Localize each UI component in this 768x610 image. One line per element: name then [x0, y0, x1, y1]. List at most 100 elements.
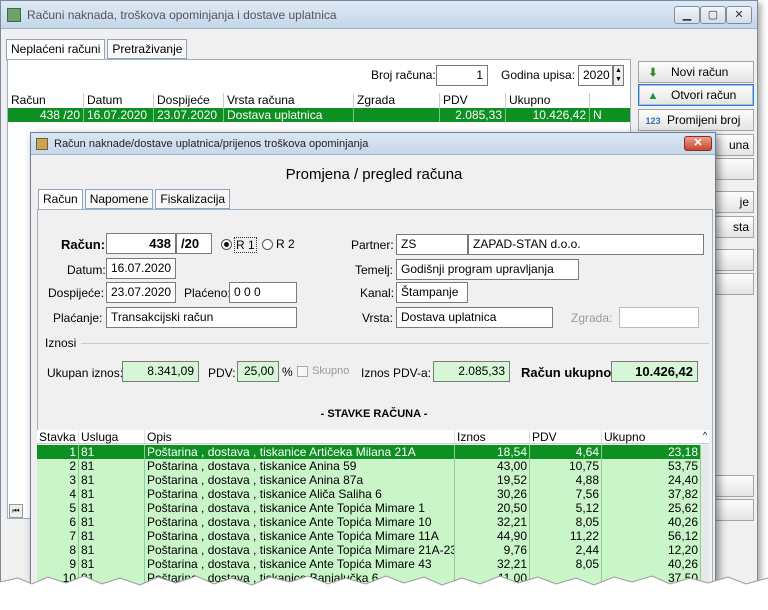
item-cell-opis: Poštarina , dostava , tiskanice Anina 59 — [145, 459, 455, 473]
iznosi-divider — [81, 343, 709, 344]
iznos-pdv-label: Iznos PDV-a: — [361, 366, 432, 380]
skupno-label: Skupno — [312, 365, 350, 377]
table-row[interactable]: 6 81 Poštarina , dostava , tiskanice Ante … — [37, 515, 709, 529]
main-window-title: Računi naknada, troškova opominjanja i d… — [27, 7, 337, 22]
minimize-icon[interactable]: ▁ — [674, 6, 700, 24]
first-record-icon[interactable]: ⏮ — [9, 504, 23, 518]
promijeni-broj-button[interactable]: 123 Promijeni broj — [638, 109, 754, 131]
item-cell-ukupno: 40,26 — [602, 557, 701, 571]
pdv-rate-field[interactable]: 25,00 — [237, 361, 279, 382]
item-cell-pdv: 4,64 — [530, 445, 602, 459]
ukupan-iznos-field[interactable]: 8.341,09 — [122, 361, 199, 382]
item-cell-opis: Poštarina , dostava , tiskanice Ante Top… — [145, 515, 455, 529]
col-ukupno[interactable]: Ukupno — [506, 93, 590, 108]
novi-racun-button[interactable]: ⬇ Novi račun — [638, 61, 754, 83]
item-cell-iznos: 32,21 — [455, 515, 530, 529]
col-stavka[interactable]: Stavka — [37, 430, 79, 444]
datum-field[interactable]: 16.07.2020 — [106, 258, 176, 279]
zgrada-field[interactable] — [619, 307, 699, 328]
partner-label: Partner: — [351, 238, 394, 252]
partner-name-field[interactable]: ZAPAD-STAN d.o.o. — [468, 234, 704, 255]
item-cell-ukupno: 25,62 — [602, 501, 701, 515]
otvori-racun-label: Otvori račun — [671, 88, 737, 102]
col-datum[interactable]: Datum — [84, 93, 154, 108]
col-pdv[interactable]: PDV — [440, 93, 506, 108]
table-row[interactable]: 7 81 Poštarina , dostava , tiskanice Ante … — [37, 529, 709, 543]
table-row[interactable]: 2 81 Poštarina , dostava , tiskanice Anina… — [37, 459, 709, 473]
item-cell-opis: Poštarina , dostava , tiskanice Ante Top… — [145, 529, 455, 543]
table-row[interactable]: 438 /20 16.07.2020 23.07.2020 Dostava up… — [8, 108, 630, 122]
table-row[interactable]: 4 81 Poštarina , dostava , tiskanice Aliča… — [37, 487, 709, 501]
item-cell-stavka: 9 — [37, 557, 79, 571]
table-row[interactable]: 8 81 Poštarina , dostava , tiskanice Ante … — [37, 543, 709, 557]
side-button-7-label: sta — [732, 220, 749, 234]
items-grid-header: Stavka Usluga Opis Iznos PDV Ukupno ^ — [37, 430, 709, 444]
close-icon[interactable]: ✕ — [726, 6, 752, 24]
dialog-titlebar: Račun naknade/dostave uplatnica/prijenos… — [31, 133, 715, 155]
tab-fiskalizacija[interactable]: Fiskalizacija — [155, 189, 231, 209]
racun-ukupno-field[interactable]: 10.426,42 — [611, 361, 698, 382]
dialog-heading: Promjena / pregled računa — [285, 166, 463, 183]
item-cell-usluga: 81 — [79, 487, 145, 501]
racun-broj-field[interactable]: 438 — [106, 233, 176, 254]
placanje-field[interactable]: Transakcijski račun — [106, 307, 297, 328]
placanje-label: Plaćanje: — [53, 311, 103, 325]
r1-radio[interactable] — [221, 239, 232, 250]
tab-neplaceni-racuni[interactable]: Neplaćeni računi — [6, 39, 106, 61]
col-dospijece[interactable]: Dospijeće — [154, 93, 224, 108]
placeno-field[interactable]: 0 0 0 — [229, 282, 297, 303]
cell-flag: N — [593, 108, 602, 122]
invoices-grid-header: Račun Datum Dospijeće Vrsta računa Zgrad… — [8, 93, 630, 108]
item-cell-iznos: 9,76 — [455, 543, 530, 557]
tab-napomene[interactable]: Napomene — [84, 189, 154, 209]
table-row[interactable]: 5 81 Poštarina , dostava , tiskanice Ante … — [37, 501, 709, 515]
item-cell-ukupno: 12,20 — [602, 543, 701, 557]
item-cell-iznos: 44,90 — [455, 529, 530, 543]
godina-upisa-input[interactable]: 2020 — [578, 65, 613, 86]
col-zgrada[interactable]: Zgrada — [354, 93, 440, 108]
item-cell-stavka: 1 — [37, 445, 79, 459]
racun-godina-field[interactable]: /20 — [176, 233, 212, 254]
skupno-checkbox[interactable] — [297, 366, 308, 377]
item-cell-pdv: 4,88 — [530, 473, 602, 487]
item-cell-pdv: 2,44 — [530, 543, 602, 557]
col-vrsta-racuna[interactable]: Vrsta računa — [224, 93, 354, 108]
temelj-field[interactable]: Godišnji program upravljanja — [396, 259, 579, 280]
table-row[interactable]: 1 81 Poštarina , dostava , tiskanice Artič… — [37, 445, 709, 459]
otvori-racun-button[interactable]: ▲ Otvori račun — [638, 84, 754, 106]
godina-spinner[interactable]: ▲ ▼ — [613, 65, 624, 86]
item-cell-opis: Poštarina , dostava , tiskanice Anina 87… — [145, 473, 455, 487]
broj-racuna-input[interactable]: 1 — [436, 65, 488, 86]
item-cell-ukupno: 23,18 — [602, 445, 701, 459]
racun-ukupno-label: Račun ukupno: — [521, 365, 616, 380]
table-row[interactable]: 9 81 Poštarina , dostava , tiskanice Ante … — [37, 557, 709, 571]
numbers-123-icon: 123 — [645, 116, 661, 126]
item-cell-usluga: 81 — [79, 529, 145, 543]
side-button-4-label: una — [728, 138, 749, 152]
col-item-ukupno[interactable]: Ukupno — [602, 430, 701, 444]
col-racun[interactable]: Račun — [8, 93, 84, 108]
sort-chevron-icon[interactable]: ^ — [701, 430, 709, 443]
partner-code-field[interactable]: ZS — [396, 234, 468, 255]
tab-racun[interactable]: Račun — [38, 189, 83, 211]
col-item-pdv[interactable]: PDV — [530, 430, 602, 444]
item-cell-iznos: 43,00 — [455, 459, 530, 473]
iznos-pdv-field[interactable]: 2.085,33 — [433, 361, 510, 382]
vrsta-field[interactable]: Dostava uplatnica — [396, 307, 553, 328]
col-usluga[interactable]: Usluga — [79, 430, 145, 444]
items-scrollbar[interactable] — [701, 445, 709, 585]
r2-radio[interactable] — [262, 239, 273, 250]
tab-pretrazivanje[interactable]: Pretraživanje — [107, 39, 188, 59]
dialog-close-icon[interactable]: ✕ — [684, 136, 712, 151]
item-cell-pdv: 7,56 — [530, 487, 602, 501]
pdv-unit-label: % — [282, 365, 293, 379]
table-row[interactable]: 3 81 Poštarina , dostava , tiskanice Anina… — [37, 473, 709, 487]
dospijece-field[interactable]: 23.07.2020 — [106, 282, 176, 303]
col-opis[interactable]: Opis — [145, 430, 455, 444]
vrsta-label: Vrsta: — [362, 311, 393, 325]
kanal-field[interactable]: Štampanje — [396, 282, 468, 303]
torn-edge — [0, 575, 768, 610]
items-grid: 1 81 Poštarina , dostava , tiskanice Artič… — [37, 445, 709, 585]
maximize-icon[interactable]: ▢ — [700, 6, 726, 24]
col-iznos[interactable]: Iznos — [455, 430, 530, 444]
